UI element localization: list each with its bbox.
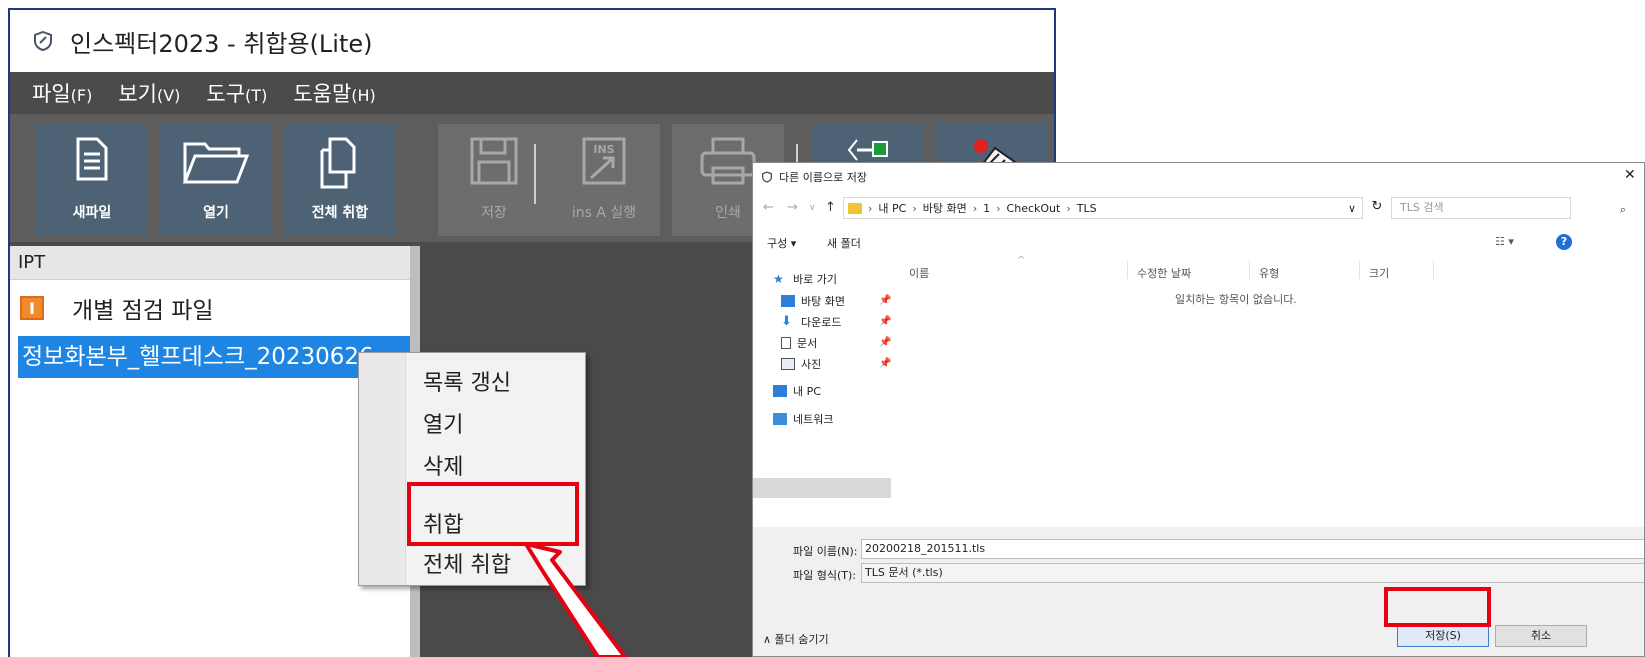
command-bar: 구성 ▾ 새 폴더 ☷ ▾ ? xyxy=(753,229,1644,255)
document-icon xyxy=(781,337,791,349)
desktop-icon xyxy=(781,295,795,307)
pin-icon[interactable]: 📌 xyxy=(879,316,891,327)
sort-up-icon: ^ xyxy=(1017,255,1026,266)
merge-all-icon xyxy=(320,137,356,189)
nav-item-pictures[interactable]: 사진 xyxy=(781,354,821,374)
new-file-button[interactable]: 새파일 xyxy=(36,124,148,236)
filetype-label: 파일 형식(T): xyxy=(793,569,856,582)
download-icon: ⬇ xyxy=(781,314,792,329)
breadcrumb-item[interactable]: 내 PC xyxy=(878,200,906,216)
back-arrow-icon[interactable]: ← xyxy=(763,200,774,215)
menu-help[interactable]: 도움말(H) xyxy=(293,78,375,108)
navigation-pane: ★ 바로 가기 바탕 화면 📌 ⬇ 다운로드 📌 문서 📌 사진 📌 내 PC xyxy=(753,257,891,527)
close-icon[interactable]: ✕ xyxy=(1624,167,1644,183)
pc-icon xyxy=(773,385,787,397)
file-list-area: ^ 이름 수정한 날짜 유형 크기 일치하는 항목이 없습니다. xyxy=(891,255,1644,527)
open-folder-icon xyxy=(182,142,250,184)
view-options-icon[interactable]: ☷ ▾ xyxy=(1495,235,1514,248)
context-menu-separator xyxy=(409,482,579,483)
context-menu-gutter xyxy=(359,353,406,585)
column-header-date[interactable]: 수정한 날짜 xyxy=(1137,265,1191,281)
shield-icon xyxy=(34,30,52,52)
file-group-row[interactable]: I 개별 점검 파일 xyxy=(20,290,214,326)
nav-item-desktop[interactable]: 바탕 화면 xyxy=(781,291,845,311)
pin-icon[interactable]: 📌 xyxy=(879,337,891,348)
panel-header: IPT xyxy=(10,246,410,280)
printer-icon xyxy=(700,137,756,185)
search-input[interactable]: TLS 검색 ⌕ xyxy=(1391,197,1626,219)
dialog-cancel-button[interactable]: 취소 xyxy=(1495,625,1587,647)
dialog-bottom-pane: 파일 이름(N): 20200218_201511.tls 파일 형식(T): … xyxy=(753,527,1644,656)
filetype-select[interactable]: TLS 문서 (*.tls) xyxy=(861,563,1644,583)
context-menu-merge[interactable]: 취합 xyxy=(423,507,463,539)
selected-file-item[interactable]: 정보화본부_헬프데스크_20230626 xyxy=(18,336,410,378)
organize-button[interactable]: 구성 ▾ xyxy=(767,235,796,251)
nav-item-downloads[interactable]: ⬇ 다운로드 xyxy=(781,312,841,332)
up-arrow-icon[interactable]: ↑ xyxy=(825,200,836,215)
help-icon[interactable]: ? xyxy=(1556,234,1572,250)
address-row: ← → ∨ ↑ › 내 PC › 바탕 화면 › 1 › CheckOut › TLS … xyxy=(753,195,1644,221)
dialog-title-bar: 다른 이름으로 저장 ✕ xyxy=(753,163,1644,191)
nav-item-network[interactable]: 네트워크 xyxy=(773,409,833,429)
picture-icon xyxy=(781,358,795,370)
shield-icon xyxy=(761,171,773,183)
star-icon: ★ xyxy=(773,272,784,286)
context-menu-refresh[interactable]: 목록 갱신 xyxy=(423,365,511,397)
new-file-icon xyxy=(76,137,108,181)
save-as-dialog: 다른 이름으로 저장 ✕ ← → ∨ ↑ › 내 PC › 바탕 화면 › 1 › C… xyxy=(752,162,1645,657)
file-list-panel: IPT I 개별 점검 파일 정보화본부_헬프데스크_20230626 xyxy=(10,246,410,657)
breadcrumb-item[interactable]: TLS xyxy=(1077,202,1097,215)
save-disk-icon xyxy=(470,137,518,185)
file-group-label: 개별 점검 파일 xyxy=(72,298,214,324)
search-icon[interactable]: ⌕ xyxy=(1620,200,1626,220)
column-header-size[interactable]: 크기 xyxy=(1369,265,1389,281)
merge-all-button[interactable]: 전체 취합 xyxy=(284,124,396,236)
context-menu-delete[interactable]: 삭제 xyxy=(423,449,463,481)
nav-item-quick-access[interactable]: ★ 바로 가기 xyxy=(773,269,837,289)
breadcrumb-item[interactable]: CheckOut xyxy=(1007,202,1061,215)
toolbar-separator xyxy=(534,144,536,204)
pin-icon[interactable]: 📌 xyxy=(879,295,891,306)
dialog-title: 다른 이름으로 저장 xyxy=(779,171,867,184)
recent-chevron-icon[interactable]: ∨ xyxy=(809,203,816,213)
empty-list-message: 일치하는 항목이 없습니다. xyxy=(1175,293,1297,306)
breadcrumb-item[interactable]: 1 xyxy=(983,202,990,215)
menu-bar: 파일(F) 보기(V) 도구(T) 도움말(H) xyxy=(10,72,1054,114)
filename-input[interactable]: 20200218_201511.tls xyxy=(861,539,1644,559)
open-button[interactable]: 열기 xyxy=(160,124,272,236)
context-menu-open[interactable]: 열기 xyxy=(423,407,463,439)
menu-tools[interactable]: 도구(T) xyxy=(206,78,267,108)
hide-folders-toggle[interactable]: ∧ 폴더 숨기기 xyxy=(763,631,829,647)
pin-icon[interactable]: 📌 xyxy=(879,358,891,369)
chevron-down-icon[interactable]: ∨ xyxy=(1348,202,1356,215)
svg-text:INS: INS xyxy=(593,143,614,156)
context-menu-merge-all[interactable]: 전체 취합 xyxy=(423,547,511,579)
filename-label: 파일 이름(N): xyxy=(793,545,858,558)
ins-run-icon: INS xyxy=(582,137,626,185)
column-header-type[interactable]: 유형 xyxy=(1259,265,1279,281)
context-menu: 목록 갱신 열기 삭제 취합 전체 취합 xyxy=(358,352,586,586)
address-bar[interactable]: › 내 PC › 바탕 화면 › 1 › CheckOut › TLS ∨ xyxy=(843,197,1363,219)
forward-arrow-icon[interactable]: → xyxy=(787,200,798,215)
menu-file[interactable]: 파일(F) xyxy=(32,78,92,108)
column-header-name[interactable]: 이름 xyxy=(909,265,929,281)
refresh-icon[interactable]: ↻ xyxy=(1365,199,1389,214)
ins-run-button[interactable]: INS ins A 실행 xyxy=(548,124,660,236)
inspection-file-icon: I xyxy=(20,296,44,320)
nav-item-this-pc[interactable]: 내 PC xyxy=(773,381,821,401)
app-title: 인스펙터2023 - 취합용(Lite) xyxy=(70,29,373,58)
nav-item-documents[interactable]: 문서 xyxy=(781,333,817,353)
folder-icon xyxy=(848,202,862,214)
menu-view[interactable]: 보기(V) xyxy=(118,78,180,108)
nav-selection-highlight xyxy=(753,478,891,498)
network-icon xyxy=(773,413,787,425)
app-title-bar: 인스펙터2023 - 취합용(Lite) xyxy=(10,10,1054,72)
new-folder-button[interactable]: 새 폴더 xyxy=(827,235,861,251)
dialog-save-button[interactable]: 저장(S) xyxy=(1397,625,1489,647)
breadcrumb-item[interactable]: 바탕 화면 xyxy=(923,200,967,216)
